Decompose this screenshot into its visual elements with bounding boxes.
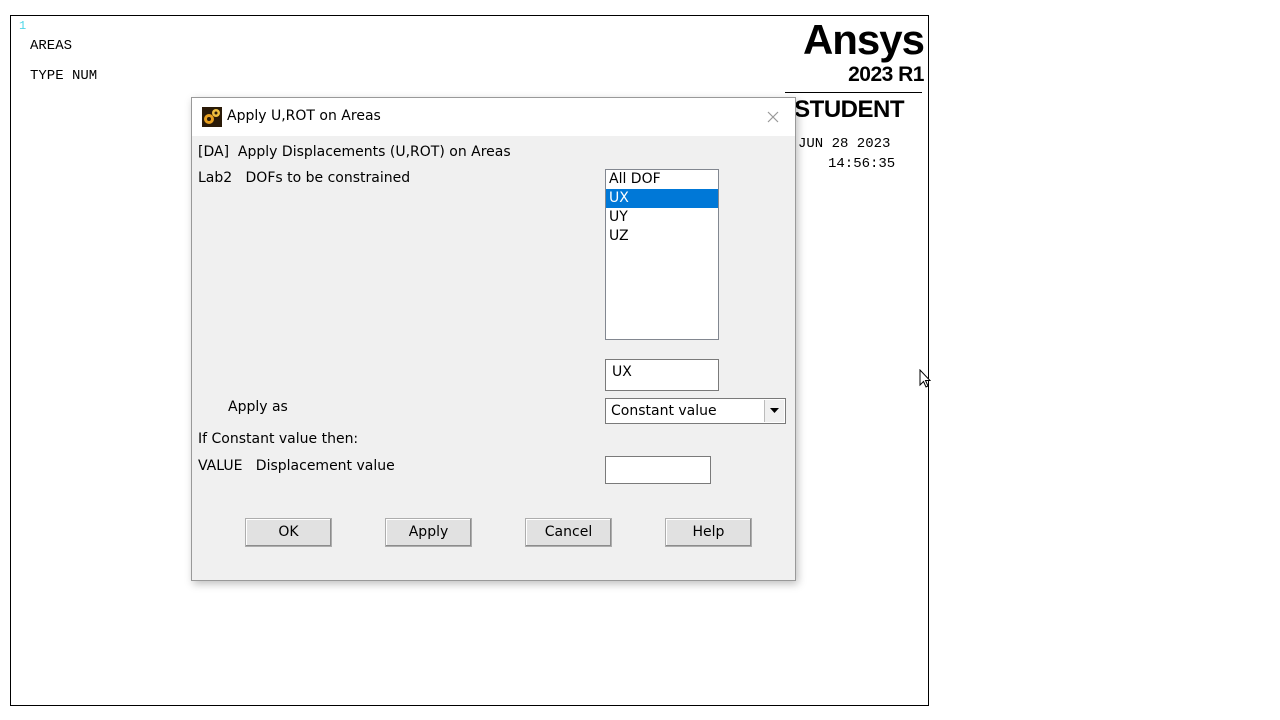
apply-as-label: Apply as xyxy=(228,399,288,415)
ok-button[interactable]: OK xyxy=(245,518,332,547)
dof-option-uz[interactable]: UZ xyxy=(606,227,718,246)
dialog-title: Apply U,ROT on Areas xyxy=(227,108,381,124)
dof-selection-field[interactable]: UX xyxy=(605,359,719,391)
dropdown-arrow[interactable] xyxy=(764,400,784,422)
dof-listbox[interactable]: All DOF UX UY UZ xyxy=(605,169,719,340)
logo-edition: STUDENT xyxy=(794,96,904,123)
logo-divider xyxy=(785,92,922,93)
lab2-label: Lab2 DOFs to be constrained xyxy=(198,170,411,186)
window-number: 1 xyxy=(19,19,27,33)
apply-as-dropdown[interactable]: Constant value xyxy=(605,398,786,424)
mouse-cursor-icon xyxy=(919,369,931,388)
apply-button[interactable]: Apply xyxy=(385,518,472,547)
cancel-button[interactable]: Cancel xyxy=(525,518,612,547)
plot-label-areas: AREAS xyxy=(30,38,73,54)
ansys-gear-icon xyxy=(202,107,222,127)
help-button[interactable]: Help xyxy=(665,518,752,547)
plot-label-type: TYPE NUM xyxy=(30,68,98,84)
displacement-value-input[interactable] xyxy=(605,456,711,484)
apply-as-value: Constant value xyxy=(611,403,717,419)
dof-option-uy[interactable]: UY xyxy=(606,208,718,227)
close-icon[interactable] xyxy=(765,109,781,125)
dialog-header: [DA] Apply Displacements (U,ROT) on Area… xyxy=(198,144,511,160)
apply-displacement-dialog: Apply U,ROT on Areas [DA] Apply Displace… xyxy=(191,97,796,581)
plot-date: JUN 28 2023 xyxy=(798,136,891,152)
logo-name: Ansys xyxy=(802,16,925,63)
dialog-titlebar[interactable]: Apply U,ROT on Areas xyxy=(192,98,795,136)
plot-time: 14:56:35 xyxy=(828,156,896,172)
ansys-logo: Ansys 2023 R1 xyxy=(802,16,925,88)
chevron-down-icon xyxy=(770,408,779,413)
dof-option-all[interactable]: All DOF xyxy=(606,170,718,189)
value-label: VALUE Displacement value xyxy=(198,458,395,474)
dof-option-ux[interactable]: UX xyxy=(606,189,718,208)
if-constant-label: If Constant value then: xyxy=(198,431,359,447)
logo-version: 2023 R1 xyxy=(848,63,924,86)
